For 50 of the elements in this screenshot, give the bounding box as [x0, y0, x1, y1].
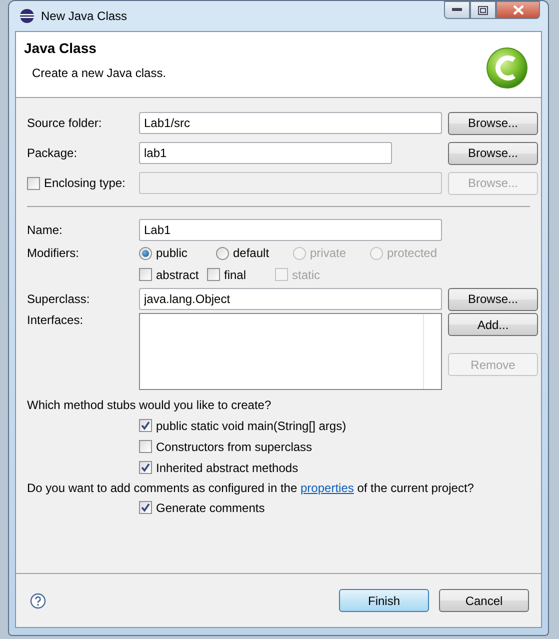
checkbox-label[interactable]: final [224, 268, 246, 282]
maximize-button[interactable] [470, 1, 496, 19]
check-icon [141, 463, 150, 472]
cancel-button[interactable]: Cancel [439, 589, 529, 612]
page-description: Create a new Java class. [32, 66, 166, 80]
checkbox-label[interactable]: Constructors from superclass [156, 440, 312, 454]
check-icon [141, 503, 150, 512]
class-icon [485, 46, 529, 90]
checkbox[interactable] [207, 268, 220, 281]
question-text: Which method stubs would you like to create? [27, 398, 272, 412]
browse-button[interactable]: Browse... [448, 142, 538, 164]
minimize-icon [452, 8, 462, 12]
checkbox-label[interactable]: Generate comments [156, 500, 265, 514]
checkbox-label[interactable]: Inherited abstract methods [156, 460, 298, 474]
radio-button[interactable] [139, 246, 152, 260]
radio-label[interactable]: default [233, 246, 270, 260]
question-text: Do you want to add comments as configured in the properties of the current project? [27, 481, 475, 495]
radio-label[interactable]: public [156, 246, 188, 260]
text-field[interactable]: lab1 [139, 142, 392, 164]
close-button[interactable] [496, 1, 540, 19]
checkbox-label[interactable]: public static void main(String[] args) [156, 418, 346, 432]
text-field[interactable]: java.lang.Object [139, 288, 442, 310]
checkbox[interactable] [139, 461, 152, 474]
field-label: Package: [27, 146, 78, 160]
checkbox[interactable] [139, 419, 152, 432]
checkbox[interactable] [139, 440, 152, 453]
properties-link[interactable]: properties [300, 481, 354, 495]
minimize-button[interactable] [444, 1, 470, 19]
field-label: Superclass: [27, 292, 91, 306]
checkbox[interactable] [139, 268, 152, 281]
field-label: Modifiers: [27, 246, 80, 260]
field-label: Interfaces: [27, 313, 84, 327]
checkbox-label[interactable]: abstract [156, 268, 199, 282]
browse-button[interactable]: Browse... [448, 288, 538, 310]
finish-button[interactable]: Finish [339, 589, 429, 612]
text-field[interactable]: Lab1 [139, 219, 442, 241]
add-button[interactable]: Add... [448, 313, 538, 336]
window-title: New Java Class [41, 9, 128, 23]
check-icon [141, 421, 150, 430]
browse-button[interactable]: Browse... [448, 112, 538, 134]
interfaces-list[interactable] [139, 313, 442, 390]
radio-button[interactable] [216, 246, 229, 260]
page-title: Java Class [24, 40, 98, 56]
maximize-icon [478, 6, 488, 14]
text-field[interactable]: Lab1/src [139, 112, 442, 134]
checkbox[interactable] [139, 501, 152, 514]
field-label: Source folder: [27, 116, 103, 130]
field-label: Name: [27, 223, 64, 237]
help-icon[interactable] [30, 592, 46, 608]
close-icon [512, 5, 524, 15]
